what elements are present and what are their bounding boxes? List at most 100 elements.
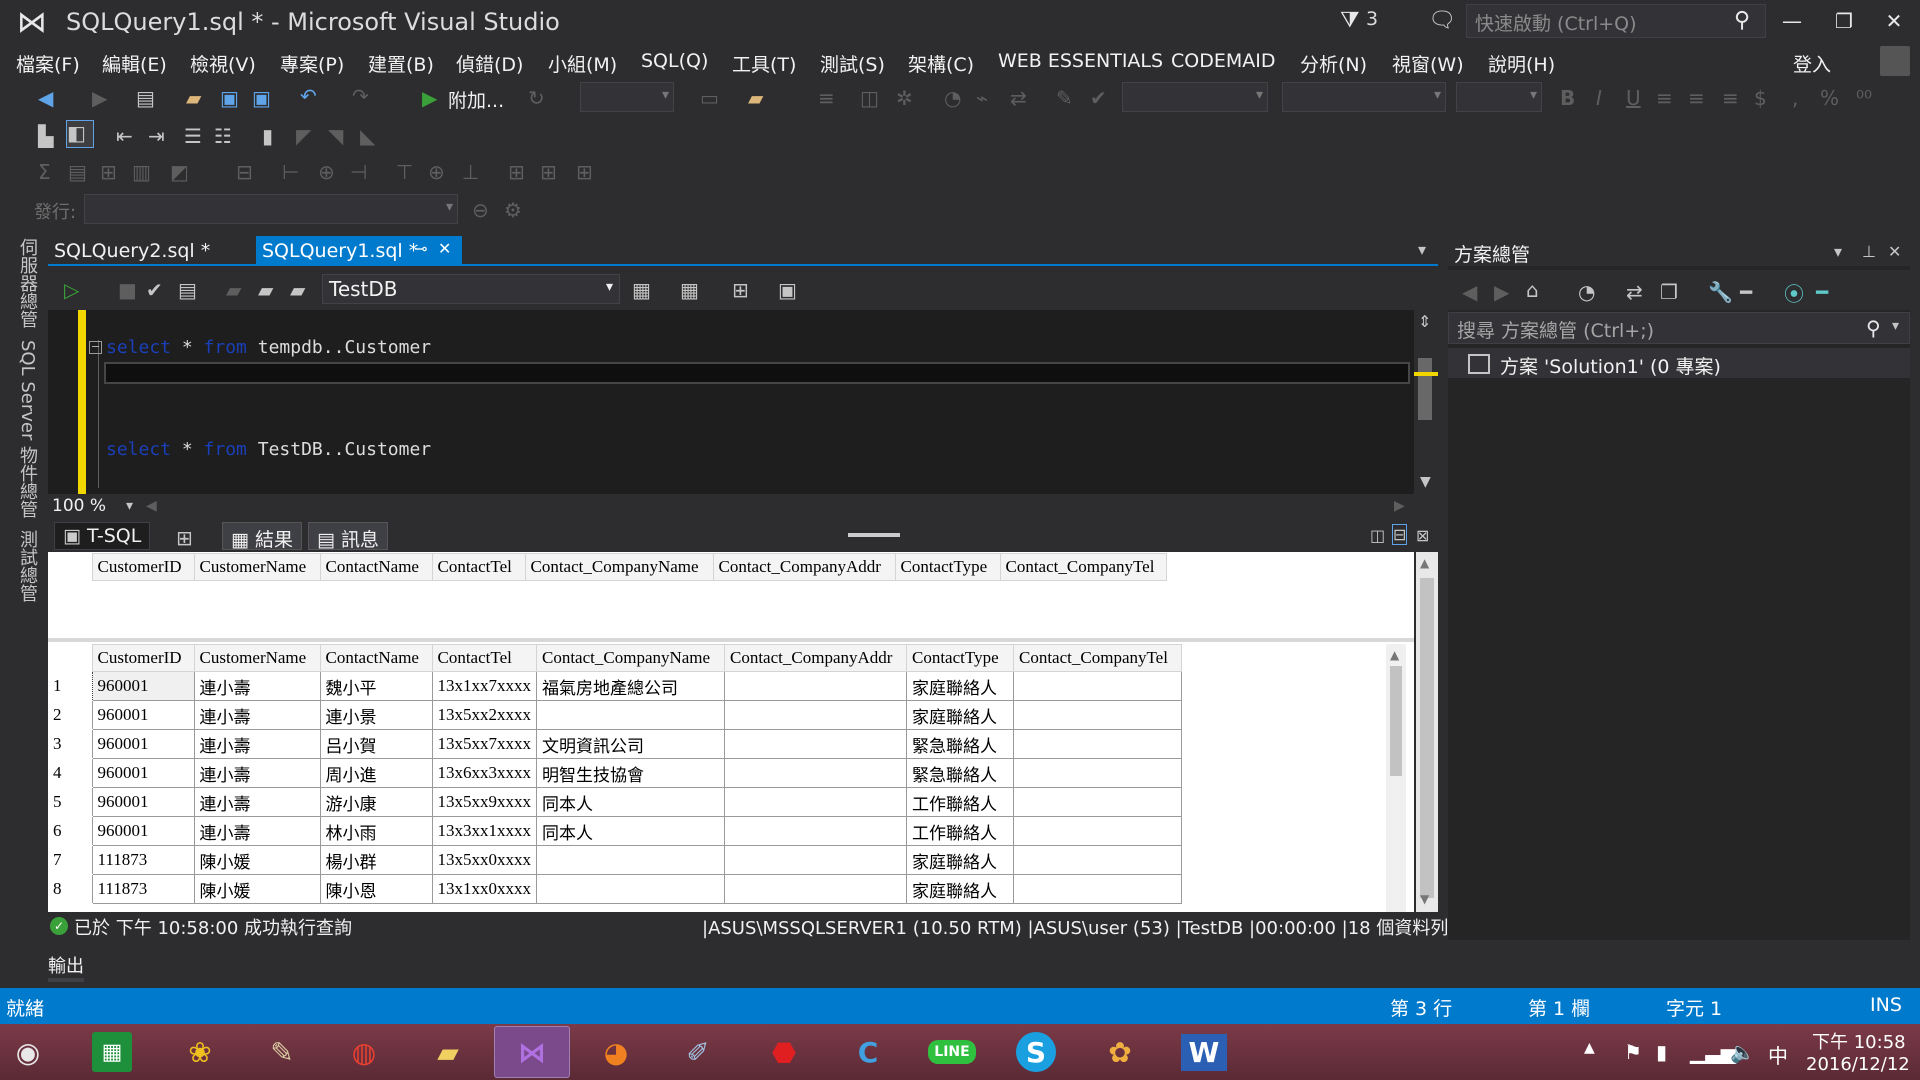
menu-test[interactable]: 測試(S) [820, 50, 885, 77]
minus-icon[interactable]: ━ [1740, 280, 1752, 304]
security-app-icon[interactable]: ⬣ [746, 1026, 822, 1078]
zoom-level[interactable]: 100 % [52, 496, 106, 516]
publish-settings-icon[interactable]: ⊖ [472, 198, 489, 222]
align-top-icon[interactable]: ⊤ [396, 160, 413, 184]
table-cell[interactable] [536, 845, 725, 875]
result-grid-1[interactable]: CustomerID CustomerName ContactName Cont… [48, 553, 1167, 581]
picasa-icon[interactable]: ❀ [162, 1026, 238, 1078]
menu-project[interactable]: 專案(P) [280, 50, 344, 77]
table-row[interactable]: 3 960001 連小壽 吕小賀 13x5xx7xxxx 文明資訊公司 緊急聯絡人 [48, 729, 1182, 759]
table-row[interactable]: 6 960001 連小壽 林小雨 13x3xx1xxxx 同本人 工作聯絡人 [48, 816, 1182, 846]
side-tab-test-explorer[interactable]: 測試總管 [14, 530, 40, 602]
table-cell[interactable]: 文明資訊公司 [536, 729, 725, 759]
align-left-objects-icon[interactable]: ⊢ [282, 160, 299, 184]
save-all-icon[interactable]: ▣ [252, 86, 271, 110]
table-cell[interactable] [724, 816, 907, 846]
column-header[interactable]: Contact_CompanyTel [999, 553, 1167, 581]
column-header[interactable]: CustomerName [193, 644, 321, 672]
decimal-icon[interactable]: ⁰⁰ [1856, 86, 1872, 110]
align-left-icon[interactable]: ≡ [1656, 86, 1673, 110]
results-to-file-icon[interactable]: ⊞ [732, 278, 749, 302]
save-icon[interactable]: ▣ [220, 86, 239, 110]
visual-studio-taskbar-icon[interactable]: ⋈ [494, 1026, 570, 1078]
table-cell[interactable] [1013, 787, 1182, 817]
column-header[interactable]: Contact_CompanyName [536, 644, 725, 672]
start-icon[interactable]: ▶ [422, 86, 437, 110]
same-height-icon[interactable]: ⊞ [540, 160, 557, 184]
table-cell[interactable]: 家庭聯絡人 [906, 671, 1014, 701]
stacked-icon[interactable]: ⊟ [1392, 524, 1408, 545]
action-center-icon[interactable]: ⚑ [1624, 1040, 1642, 1064]
notes-app-icon[interactable]: ✎ [244, 1026, 320, 1078]
column-header[interactable]: Contact_CompanyName [524, 553, 714, 581]
tab-messages[interactable]: ▤ 訊息 [308, 522, 389, 551]
underline-icon[interactable]: U [1626, 86, 1641, 110]
bug-icon[interactable]: ✲ [896, 86, 913, 110]
table-cell[interactable]: 陳小媛 [193, 845, 321, 875]
row-number[interactable]: 6 [48, 816, 92, 846]
column-header[interactable]: Contact_CompanyAddr [724, 644, 907, 672]
volume-icon[interactable]: 🔈 [1730, 1040, 1755, 1064]
comma-icon[interactable]: , [1792, 86, 1798, 110]
menu-codemaid[interactable]: CODEMAID [1171, 50, 1275, 72]
scroll-right-icon[interactable]: ▶ [1394, 498, 1405, 514]
indent-icon[interactable]: ▙ [38, 124, 53, 148]
notification-filter-icon[interactable]: ⧩ [1340, 8, 1360, 33]
config-combo[interactable] [580, 82, 674, 112]
row-number[interactable]: 3 [48, 729, 92, 759]
table-cell[interactable] [1013, 845, 1182, 875]
table-cell[interactable]: 13x5xx2xxxx [431, 700, 537, 730]
table-cell[interactable]: 周小進 [319, 758, 433, 788]
pin-icon[interactable]: ⊸ [414, 239, 427, 258]
table-cell[interactable] [724, 758, 907, 788]
database-combo[interactable]: TestDB ▾ [322, 274, 620, 304]
table-cell[interactable]: 工作聯絡人 [906, 816, 1014, 846]
bold-icon[interactable]: B [1560, 86, 1575, 110]
table-cell[interactable]: 13x5xx9xxxx [431, 787, 537, 817]
search-icon[interactable]: ⚲ [1734, 8, 1750, 33]
maximize-pane-icon[interactable]: ⊠ [1416, 526, 1429, 545]
chart-icon[interactable]: ⌁ [976, 86, 988, 110]
table-cell[interactable]: 960001 [91, 729, 195, 759]
table-cell[interactable] [724, 874, 907, 904]
tab-tsql[interactable]: ▣ T-SQL [54, 522, 151, 550]
tab-sqlquery2[interactable]: SQLQuery2.sql * [48, 236, 216, 266]
side-tab-sql-server-object-explorer[interactable]: SQL Server 物件總管 [14, 340, 40, 518]
table-cell[interactable] [536, 874, 725, 904]
table-cell[interactable]: 游小康 [319, 787, 433, 817]
row-number[interactable]: 4 [48, 758, 92, 788]
table-cell[interactable]: 13x5xx7xxxx [431, 729, 537, 759]
tab-overflow-icon[interactable]: ▾ [1418, 240, 1426, 259]
menu-build[interactable]: 建置(B) [368, 50, 434, 77]
estimated-plan-icon[interactable]: ▤ [178, 278, 197, 302]
table-cell[interactable]: 工作聯絡人 [906, 787, 1014, 817]
close-tab-icon[interactable]: ✕ [438, 239, 451, 258]
percent-icon[interactable]: % [1820, 86, 1839, 110]
new-project-icon[interactable]: ▤ [136, 86, 155, 110]
sol-back-icon[interactable]: ◀ [1462, 280, 1477, 304]
change-connection-icon[interactable]: ▰ [290, 278, 305, 302]
column-header[interactable]: Contact_CompanyTel [1013, 644, 1182, 672]
diagram-icon[interactable]: ◫ [860, 86, 879, 110]
table-cell[interactable]: 連小壽 [193, 816, 321, 846]
forward-icon[interactable]: ▶ [92, 86, 107, 110]
align-middle-icon[interactable]: ⊕ [428, 160, 445, 184]
menu-edit[interactable]: 編輯(E) [102, 50, 167, 77]
sync-icon[interactable]: ⇄ [1010, 86, 1027, 110]
table-cell[interactable]: 連小景 [319, 700, 433, 730]
row-number[interactable]: 2 [48, 700, 92, 730]
restore-button[interactable]: ❐ [1824, 6, 1864, 36]
paint-app-icon[interactable]: ✿ [1082, 1026, 1158, 1078]
quick-launch-input[interactable]: 快速啟動 (Ctrl+Q) [1466, 4, 1766, 38]
table-cell[interactable]: 連小壽 [193, 758, 321, 788]
table-cell[interactable]: 13x1xx7xxxx [431, 671, 537, 701]
italic-icon[interactable]: I [1596, 86, 1602, 110]
results-to-grid-icon[interactable]: ▦ [680, 278, 699, 302]
profile-icon[interactable]: ◔ [944, 86, 961, 110]
bookmark-icon[interactable]: ▮ [262, 124, 273, 148]
column-header[interactable]: ContactName [319, 644, 433, 672]
table-cell[interactable]: 同本人 [536, 816, 725, 846]
parse-icon[interactable]: ✔ [146, 278, 163, 302]
table-cell[interactable] [724, 787, 907, 817]
table-row[interactable]: 8 111873 陳小媛 陳小恩 13x1xx0xxxx 家庭聯絡人 [48, 874, 1182, 904]
